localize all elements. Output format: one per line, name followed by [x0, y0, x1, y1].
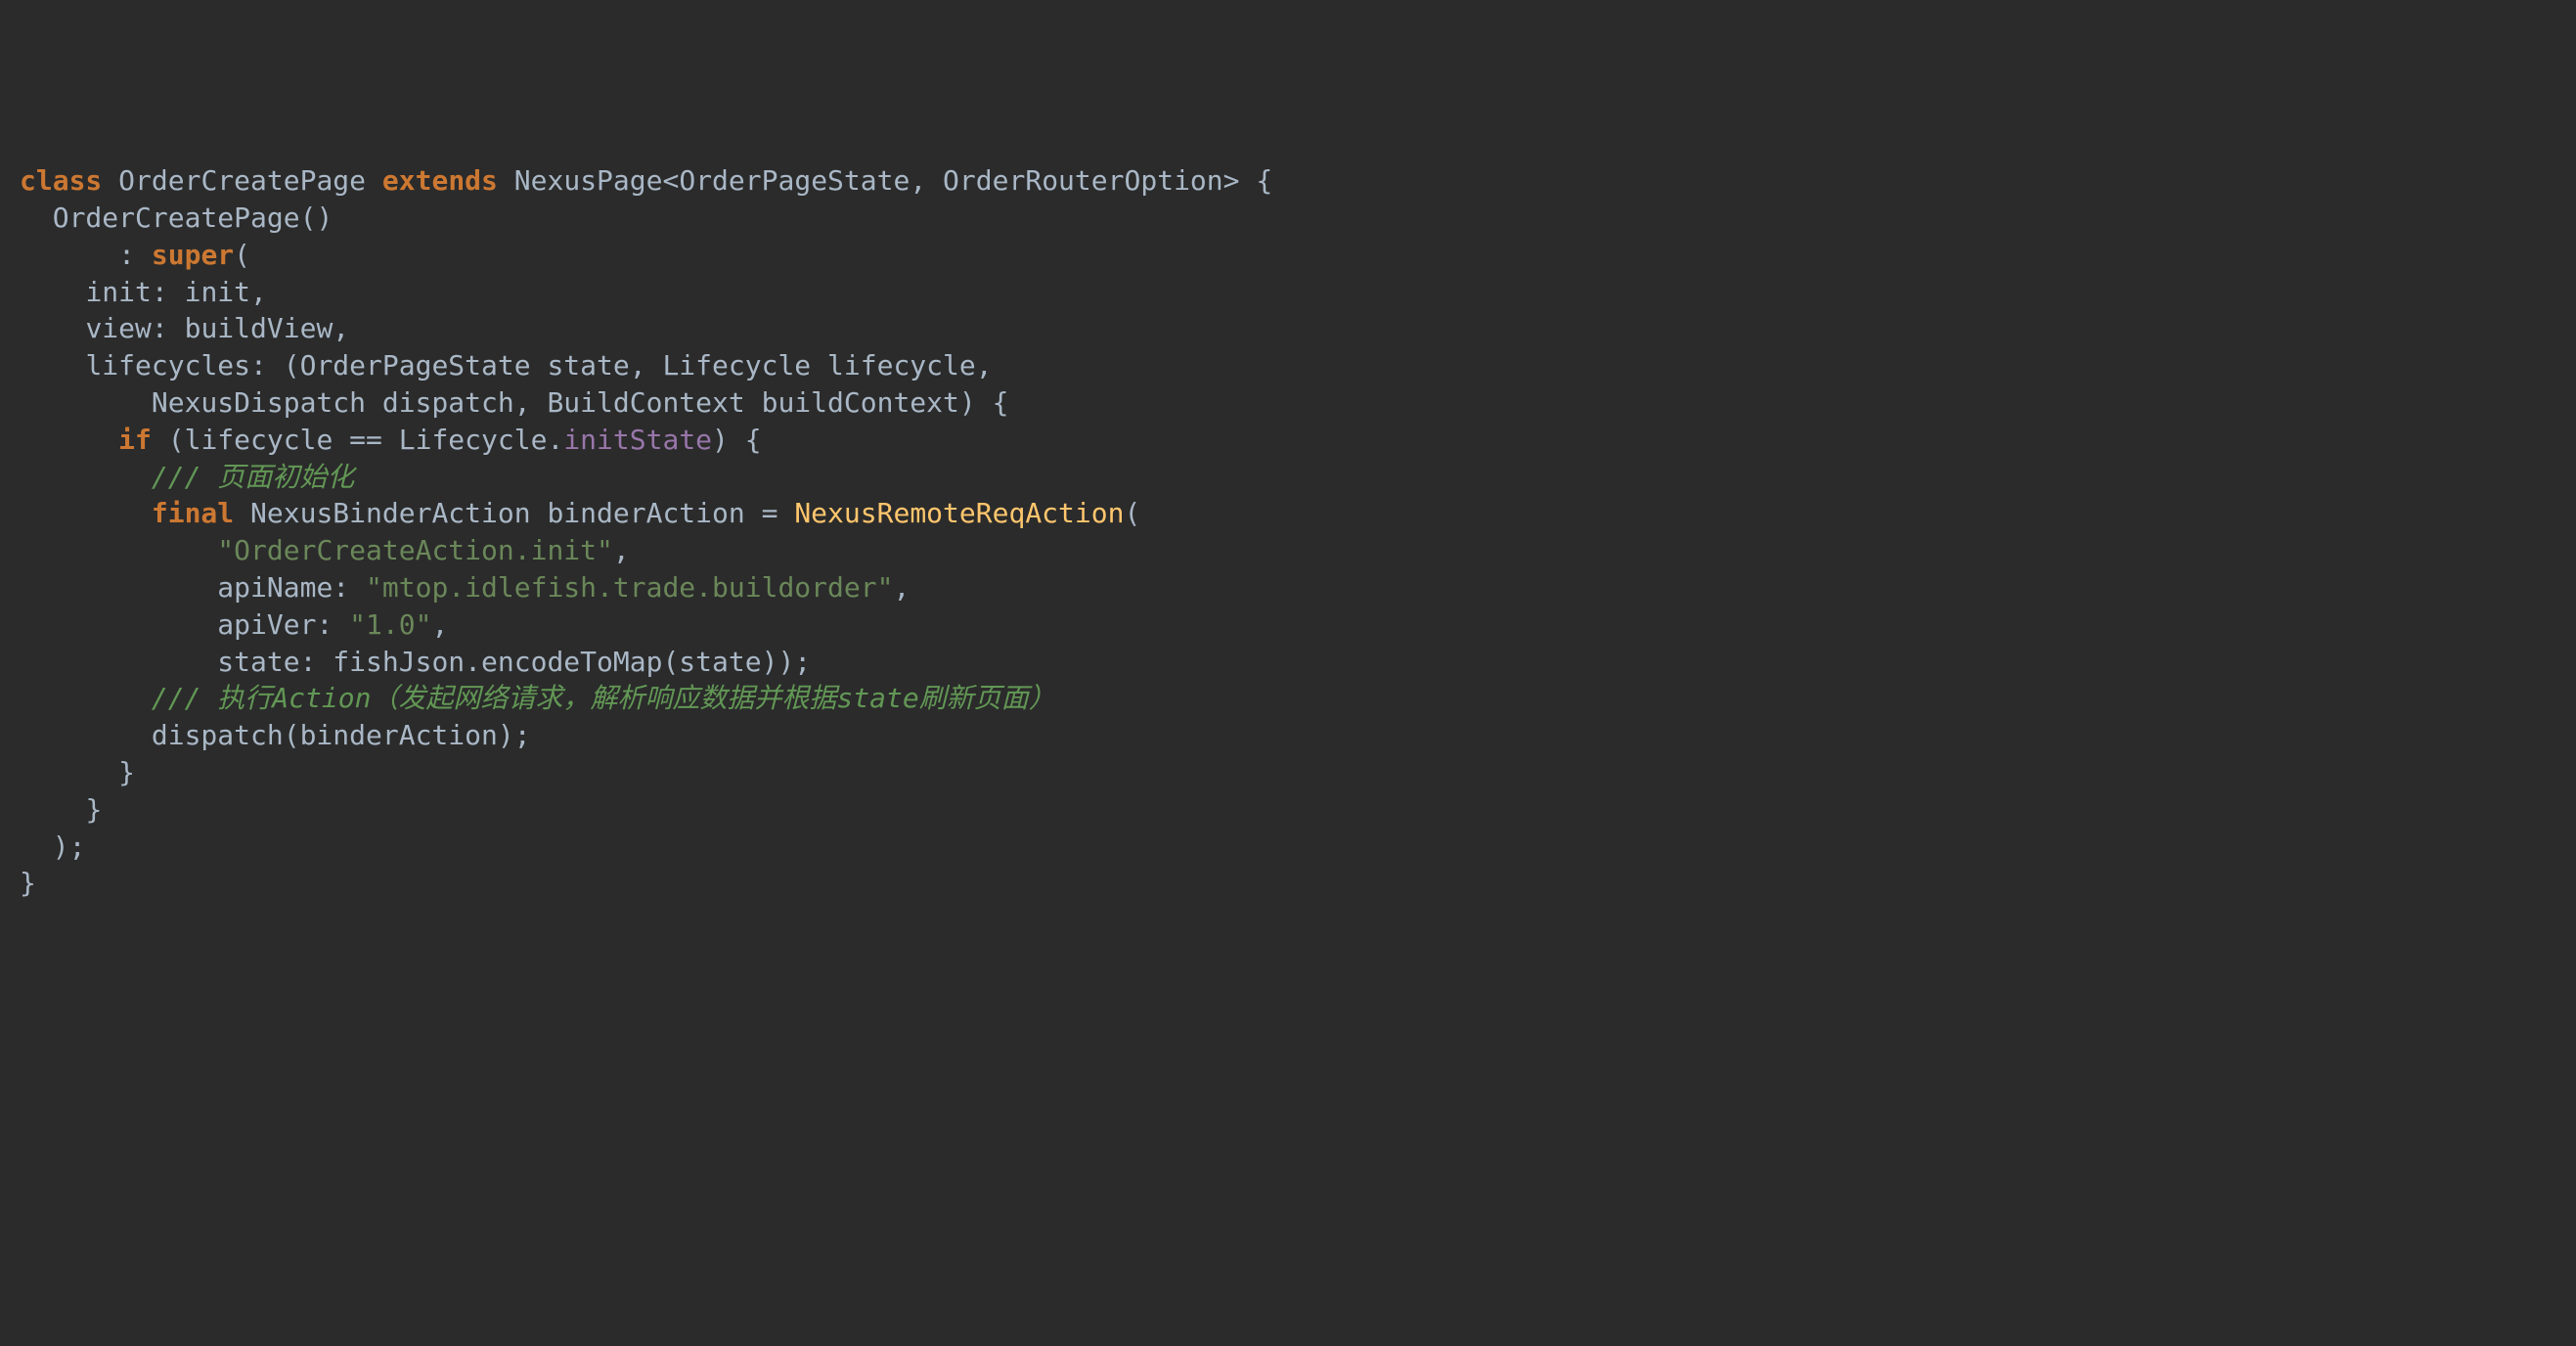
code-token-identifier: (lifecycle == Lifecycle. — [168, 424, 564, 456]
code-line-17[interactable]: } — [20, 754, 2556, 791]
indent-whitespace — [20, 497, 152, 529]
indent-whitespace — [20, 830, 53, 863]
code-token-identifier: NexusBinderAction binderAction = — [250, 497, 794, 529]
indent-whitespace — [20, 386, 152, 419]
code-token-identifier: OrderCreatePage() — [53, 202, 333, 234]
code-token-method-call: NexusRemoteReqAction — [794, 497, 1124, 529]
code-line-9[interactable]: /// 页面初始化 — [20, 459, 2556, 496]
indent-whitespace — [20, 682, 152, 714]
code-token-identifier: view: buildView, — [85, 312, 349, 344]
indent-whitespace — [20, 719, 152, 751]
code-line-16[interactable]: dispatch(binderAction); — [20, 717, 2556, 754]
code-token-keyword: extends — [382, 164, 498, 197]
indent-whitespace — [20, 646, 217, 678]
code-line-8[interactable]: if (lifecycle == Lifecycle.initState) { — [20, 422, 2556, 459]
code-token-keyword: if — [118, 424, 152, 456]
code-line-20[interactable]: } — [20, 865, 2556, 902]
code-line-5[interactable]: view: buildView, — [20, 310, 2556, 347]
code-token-identifier: , — [613, 534, 630, 566]
code-line-19[interactable]: ); — [20, 829, 2556, 866]
code-token-identifier: ( — [234, 239, 250, 271]
indent-whitespace — [20, 534, 217, 566]
code-token-identifier: ) { — [712, 424, 762, 456]
code-token-keyword: final — [152, 497, 234, 529]
indent-whitespace — [366, 164, 382, 197]
code-token-identifier: , — [431, 608, 448, 641]
indent-whitespace — [20, 461, 152, 493]
code-token-string: "1.0" — [349, 608, 431, 641]
code-token-keyword: super — [152, 239, 234, 271]
indent-whitespace — [20, 202, 53, 234]
code-token-property: initState — [563, 424, 712, 456]
code-line-4[interactable]: init: init, — [20, 274, 2556, 311]
code-line-18[interactable]: } — [20, 791, 2556, 829]
code-line-11[interactable]: "OrderCreateAction.init", — [20, 532, 2556, 569]
code-line-13[interactable]: apiVer: "1.0", — [20, 606, 2556, 644]
indent-whitespace — [20, 312, 85, 344]
code-token-identifier: OrderCreatePage — [118, 164, 366, 197]
code-token-identifier: NexusPage<OrderPageState, OrderRouterOpt… — [514, 164, 1272, 197]
indent-whitespace — [234, 497, 250, 529]
code-line-7[interactable]: NexusDispatch dispatch, BuildContext bui… — [20, 384, 2556, 422]
code-token-identifier: } — [85, 793, 102, 826]
indent-whitespace — [152, 424, 168, 456]
code-token-identifier: , — [893, 571, 910, 604]
code-token-identifier: apiVer: — [217, 608, 349, 641]
code-token-keyword: class — [20, 164, 102, 197]
code-token-identifier: NexusDispatch dispatch, BuildContext bui… — [152, 386, 1009, 419]
code-token-identifier: } — [118, 756, 135, 788]
code-line-1[interactable]: class OrderCreatePage extends NexusPage<… — [20, 162, 2556, 200]
code-token-identifier: init: init, — [85, 276, 266, 308]
indent-whitespace — [20, 608, 217, 641]
indent-whitespace — [498, 164, 514, 197]
code-editor[interactable]: class OrderCreatePage extends NexusPage<… — [20, 162, 2556, 902]
indent-whitespace — [20, 349, 85, 381]
indent-whitespace — [20, 756, 118, 788]
code-token-identifier: ( — [1124, 497, 1140, 529]
code-line-2[interactable]: OrderCreatePage() — [20, 200, 2556, 237]
code-token-identifier: apiName: — [217, 571, 366, 604]
indent-whitespace — [20, 239, 118, 271]
code-token-identifier: } — [20, 867, 36, 899]
code-token-comment: /// 执行Action（发起网络请求，解析响应数据并根据state刷新页面） — [152, 682, 1056, 714]
code-token-identifier: lifecycles: (OrderPageState state, Lifec… — [85, 349, 992, 381]
indent-whitespace — [20, 424, 118, 456]
code-token-identifier: ); — [53, 830, 86, 863]
code-line-15[interactable]: /// 执行Action（发起网络请求，解析响应数据并根据state刷新页面） — [20, 680, 2556, 717]
code-line-6[interactable]: lifecycles: (OrderPageState state, Lifec… — [20, 347, 2556, 384]
indent-whitespace — [102, 164, 118, 197]
code-token-string: "OrderCreateAction.init" — [217, 534, 613, 566]
code-line-3[interactable]: : super( — [20, 237, 2556, 274]
code-token-comment: /// 页面初始化 — [152, 461, 354, 493]
indent-whitespace — [20, 793, 85, 826]
code-line-10[interactable]: final NexusBinderAction binderAction = N… — [20, 495, 2556, 532]
code-token-identifier: : — [118, 239, 152, 271]
code-line-12[interactable]: apiName: "mtop.idlefish.trade.buildorder… — [20, 569, 2556, 606]
code-line-14[interactable]: state: fishJson.encodeToMap(state)); — [20, 644, 2556, 681]
indent-whitespace — [20, 571, 217, 604]
indent-whitespace — [20, 276, 85, 308]
code-token-string: "mtop.idlefish.trade.buildorder" — [366, 571, 893, 604]
code-token-identifier: state: fishJson.encodeToMap(state)); — [217, 646, 811, 678]
code-token-identifier: dispatch(binderAction); — [152, 719, 531, 751]
